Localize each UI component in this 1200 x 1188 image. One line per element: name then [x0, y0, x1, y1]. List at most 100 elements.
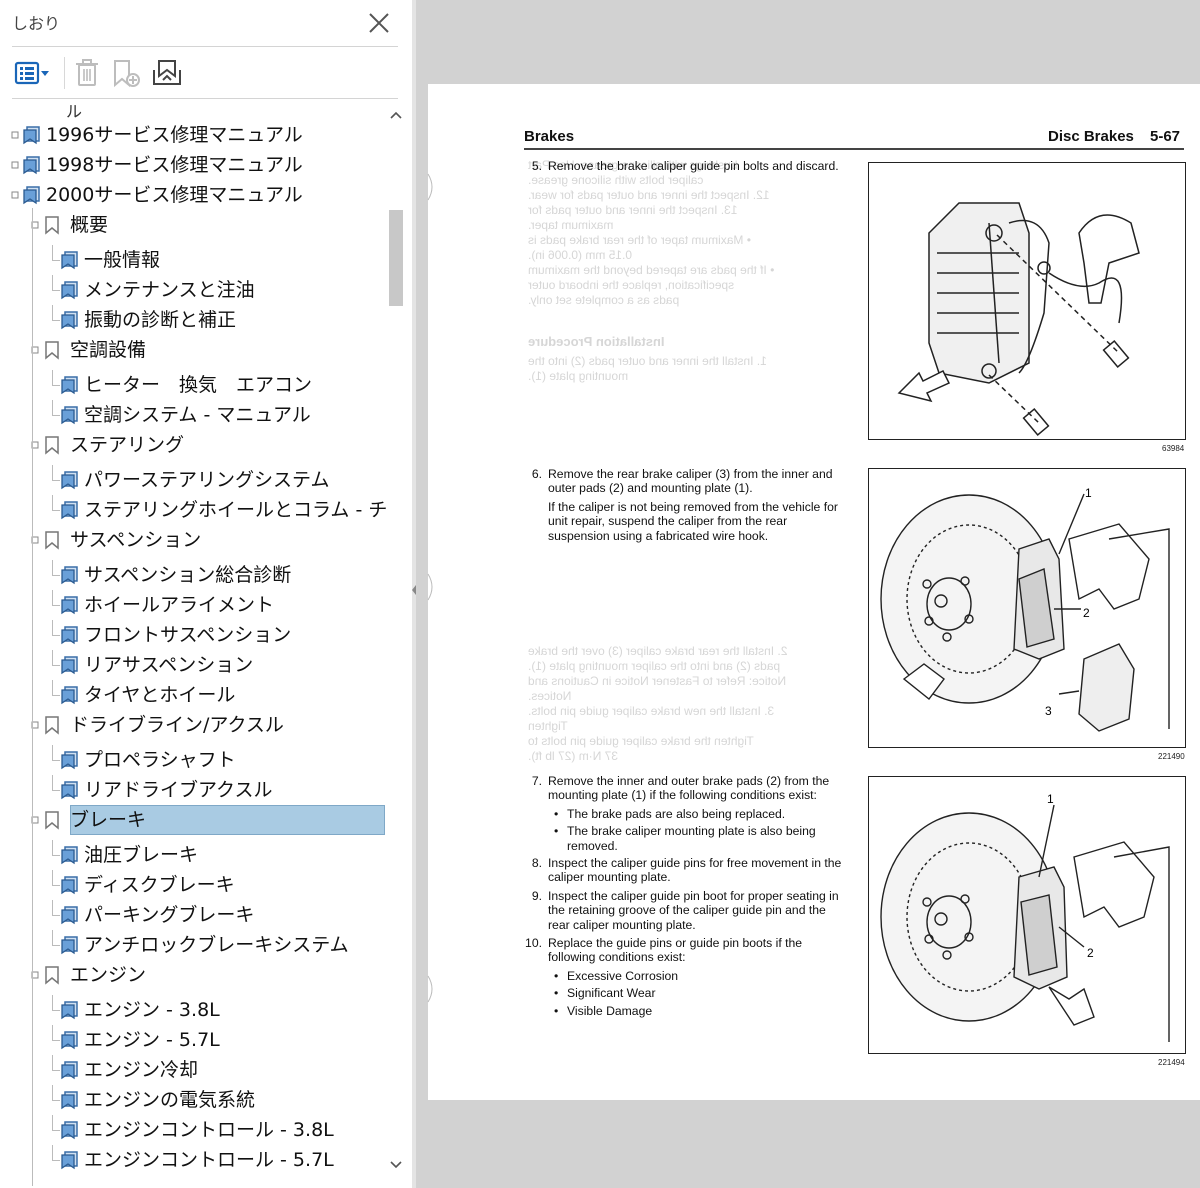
tree-line — [52, 745, 53, 761]
bookmark-label: エンジンコントロール - 3.8L — [84, 1119, 334, 1141]
bookmark-item[interactable]: 空調設備 — [0, 335, 386, 365]
bookmark-item[interactable]: エンジン - 5.7L — [0, 1025, 386, 1055]
bookmark-item[interactable]: ステアリングホイールとコラム - チルト — [0, 495, 386, 525]
bookmark-icon — [45, 811, 59, 830]
page-header-left: Brakes — [524, 128, 575, 145]
expand-icon[interactable] — [10, 150, 22, 180]
bookmark-item[interactable]: ホイールアライメント — [0, 590, 386, 620]
bookmark-label: ディスクブレーキ — [84, 874, 235, 896]
expand-icon[interactable] — [10, 180, 22, 210]
document-bookmark-icon — [61, 936, 78, 955]
bleed-through-text: 2. Install the rear brake caliper (3) ov… — [528, 644, 788, 763]
bookmarks-panel: しおり ル 1996サービス修理マニュアル 1998サービス修理マニュアル 2000… — [0, 0, 412, 1188]
bookmark-item[interactable]: ステアリング — [0, 430, 386, 460]
tree-line — [52, 510, 60, 511]
document-bookmark-icon — [61, 626, 78, 645]
bookmark-label: 概要 — [70, 214, 109, 236]
bookmark-item[interactable]: プロペラシャフト — [0, 745, 386, 775]
bookmark-icon — [45, 341, 59, 360]
step-6-note: If the caliper is not being removed from… — [548, 499, 838, 543]
bookmark-item[interactable]: 1996サービス修理マニュアル — [0, 120, 386, 150]
bookmark-label: プロペラシャフト — [84, 749, 236, 771]
figure-caliper-bolts — [868, 162, 1186, 440]
figure-number: 221490 — [1158, 752, 1185, 761]
document-bookmark-icon — [61, 686, 78, 705]
bookmark-label: 2000サービス修理マニュアル — [46, 184, 303, 206]
callout-2: 2 — [1083, 606, 1090, 620]
document-bookmark-icon — [61, 1151, 78, 1170]
new-bookmark-icon[interactable] — [110, 56, 142, 90]
expand-bookmark-icon[interactable] — [150, 56, 184, 90]
bookmark-item[interactable]: エンジンコントロール - 5.7L — [0, 1145, 386, 1175]
tree-line — [52, 760, 60, 761]
tree-line — [52, 840, 53, 856]
bookmark-item[interactable]: アンチロックブレーキシステム — [0, 930, 386, 960]
tree-line — [52, 400, 53, 416]
scrollbar[interactable] — [386, 106, 408, 1186]
scroll-up-icon[interactable] — [390, 110, 402, 120]
expand-icon[interactable] — [10, 120, 22, 150]
bookmark-item[interactable]: メンテナンスと注油 — [0, 275, 386, 305]
bookmark-item[interactable]: 空調システム - マニュアル — [0, 400, 386, 430]
document-bookmark-icon — [61, 1091, 78, 1110]
document-bookmark-icon — [61, 781, 78, 800]
bookmark-item[interactable]: 概要 — [0, 210, 386, 240]
bookmark-icon — [45, 216, 59, 235]
bookmark-item[interactable]: エンジンの電気系統 — [0, 1085, 386, 1115]
tree-line — [52, 995, 53, 1011]
figure-number: 63984 — [1162, 444, 1185, 453]
scroll-down-icon[interactable] — [390, 1160, 402, 1170]
bookmark-item[interactable]: サスペンション — [0, 525, 386, 555]
tree-line — [52, 480, 60, 481]
bookmark-item[interactable]: サスペンション総合診断 — [0, 560, 386, 590]
rotor-pads-illustration: 1 2 — [880, 792, 1170, 1042]
bookmark-item[interactable]: 振動の診断と補正 — [0, 305, 386, 335]
document-bookmark-icon — [23, 186, 40, 205]
bleed-through-text: 1. Install the inner and outer pads (2) … — [528, 354, 767, 383]
document-bookmark-icon — [61, 1001, 78, 1020]
bookmark-item[interactable]: リアドライブアクスル — [0, 775, 386, 805]
bookmark-item[interactable]: ドライブライン/アクスル — [0, 710, 386, 740]
close-icon[interactable] — [366, 10, 392, 36]
bookmark-label: フロントサスペンション — [84, 624, 292, 646]
bookmark-label: ステアリング — [70, 434, 185, 456]
bookmark-item[interactable]: ディスクブレーキ — [0, 870, 386, 900]
bookmark-item[interactable]: 一般情報 — [0, 245, 386, 275]
bookmark-label: エンジン — [70, 964, 147, 986]
tree-line — [52, 495, 53, 511]
bookmark-item[interactable]: リアサスペンション — [0, 650, 386, 680]
bookmark-item[interactable]: ブレーキ — [0, 805, 386, 835]
tree-line — [52, 370, 53, 386]
callout-2: 2 — [1087, 946, 1094, 960]
caliper-illustration — [897, 202, 1140, 436]
bookmark-icon — [45, 966, 59, 985]
bookmark-item[interactable]: 油圧ブレーキ — [0, 840, 386, 870]
divider — [12, 46, 398, 47]
bookmark-item[interactable]: パーキングブレーキ — [0, 900, 386, 930]
bookmark-item[interactable]: タイヤとホイール — [0, 680, 386, 710]
bookmark-item[interactable]: フロントサスペンション — [0, 620, 386, 650]
scrollbar-thumb[interactable] — [389, 210, 403, 306]
bookmark-item[interactable]: ヒーター 換気 エアコン — [0, 370, 386, 400]
bookmark-item[interactable]: パワーステアリングシステム — [0, 465, 386, 495]
document-bookmark-icon — [61, 406, 78, 425]
delete-icon[interactable] — [74, 56, 100, 90]
tree-line — [52, 680, 53, 696]
callout-1: 1 — [1085, 486, 1092, 500]
bookmark-item[interactable]: エンジン — [0, 960, 386, 990]
bleed-through-text: bushings with silicone grease. Use Part … — [528, 158, 775, 307]
bookmark-item[interactable]: エンジン - 3.8L — [0, 995, 386, 1025]
bookmark-label: パワーステアリングシステム — [84, 469, 330, 491]
options-icon[interactable] — [14, 56, 52, 90]
document-bookmark-icon — [61, 376, 78, 395]
document-view: Brakes Disc Brakes 5-67 bushings with si… — [416, 0, 1200, 1188]
document-bookmark-icon — [61, 281, 78, 300]
bookmark-item[interactable]: 2000サービス修理マニュアル — [0, 180, 386, 210]
bookmark-item[interactable]: エンジン冷却 — [0, 1055, 386, 1085]
bookmark-label: サスペンション — [70, 529, 202, 551]
figure-pad-removal: 1 2 — [868, 776, 1186, 1054]
bookmark-item[interactable]: エンジンコントロール - 3.8L — [0, 1115, 386, 1145]
tree-line — [52, 1130, 60, 1131]
tree-line — [52, 1070, 60, 1071]
bookmark-item[interactable]: 1998サービス修理マニュアル — [0, 150, 386, 180]
